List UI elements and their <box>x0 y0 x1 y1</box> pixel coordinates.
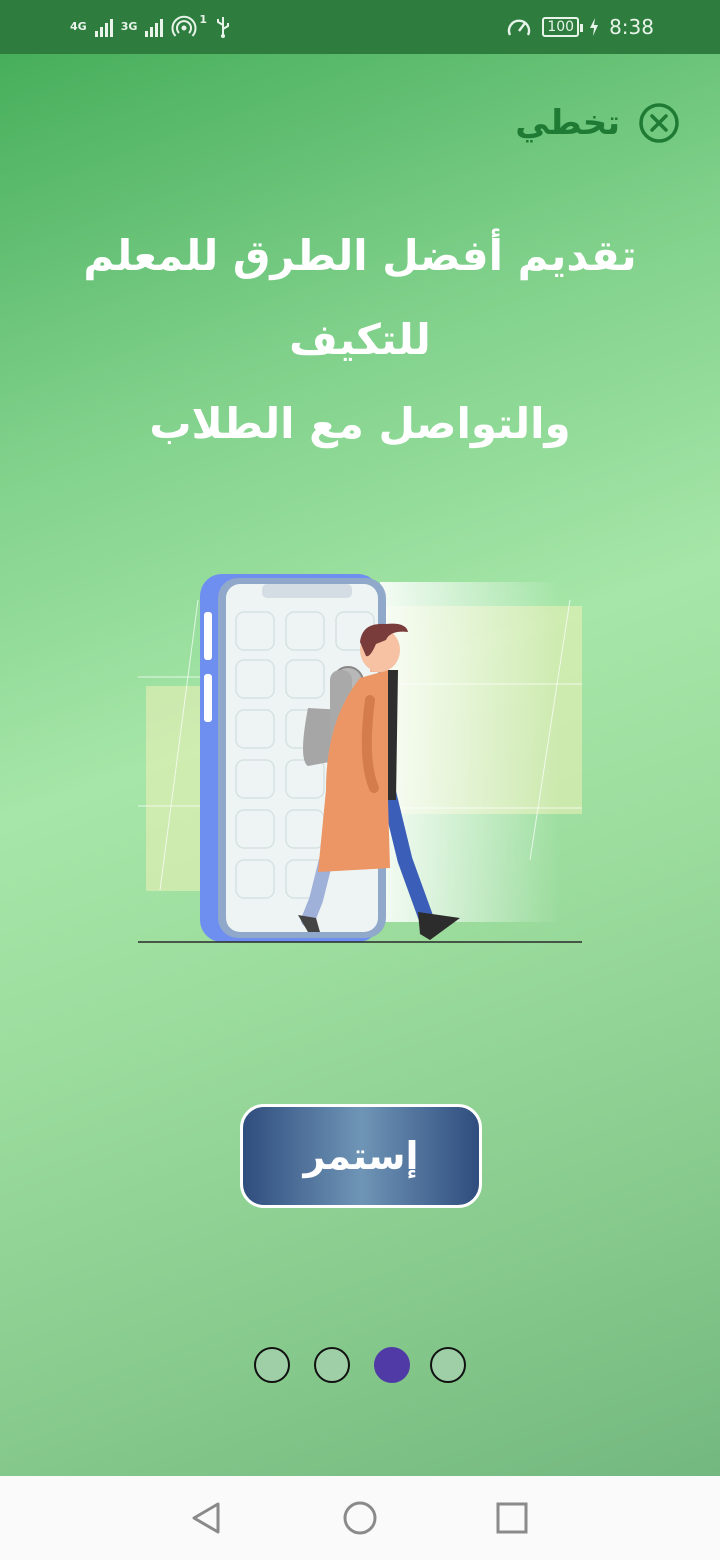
square-recents-icon[interactable] <box>492 1498 532 1538</box>
walking-man-phone-illustration <box>138 574 582 943</box>
page-dot-4[interactable] <box>430 1347 466 1383</box>
hotspot-icon <box>171 15 197 37</box>
network-type-1: 4G <box>70 20 87 33</box>
continue-button[interactable]: إستمر <box>240 1104 482 1208</box>
page-dot-1[interactable] <box>254 1347 290 1383</box>
phone-side-button <box>204 674 212 722</box>
onboarding-headline: تقديم أفضل الطرق للمعلم للتكيف والتواصل … <box>40 214 680 466</box>
signal-bars-icon <box>94 17 113 37</box>
page-dot-3-active[interactable] <box>374 1347 410 1383</box>
phone-notch <box>262 584 352 598</box>
page-dot-2[interactable] <box>314 1347 350 1383</box>
system-navigation-bar <box>0 1476 720 1560</box>
skip-label: تخطي <box>515 103 620 143</box>
onboarding-screen: 4G 3G 1 100 8:38 تخطي تقديم أفضل الطرق ل… <box>0 0 720 1560</box>
bg-panel-left <box>146 686 206 891</box>
triangle-back-icon[interactable] <box>186 1498 226 1538</box>
status-bar: 4G 3G 1 100 8:38 <box>0 0 720 54</box>
speed-gauge-icon <box>508 19 531 36</box>
status-left-group: 4G 3G 1 <box>70 12 231 42</box>
headline-line-2: والتواصل مع الطلاب <box>149 399 571 448</box>
charging-bolt-icon <box>590 18 599 36</box>
hotspot-count: 1 <box>199 13 208 26</box>
phone-side-button <box>204 612 212 660</box>
headline-line-1: تقديم أفضل الطرق للمعلم للتكيف <box>83 231 637 364</box>
close-circle-icon <box>639 103 679 143</box>
usb-icon <box>217 17 230 38</box>
skip-button[interactable]: تخطي <box>515 102 680 144</box>
battery-icon: 100 <box>542 17 583 37</box>
status-time: 8:38 <box>609 15 654 39</box>
status-right-group: 100 8:38 <box>506 12 654 42</box>
signal-bars-icon-2 <box>145 17 164 37</box>
circle-home-icon[interactable] <box>340 1498 380 1538</box>
network-type-2: 3G <box>120 20 138 33</box>
